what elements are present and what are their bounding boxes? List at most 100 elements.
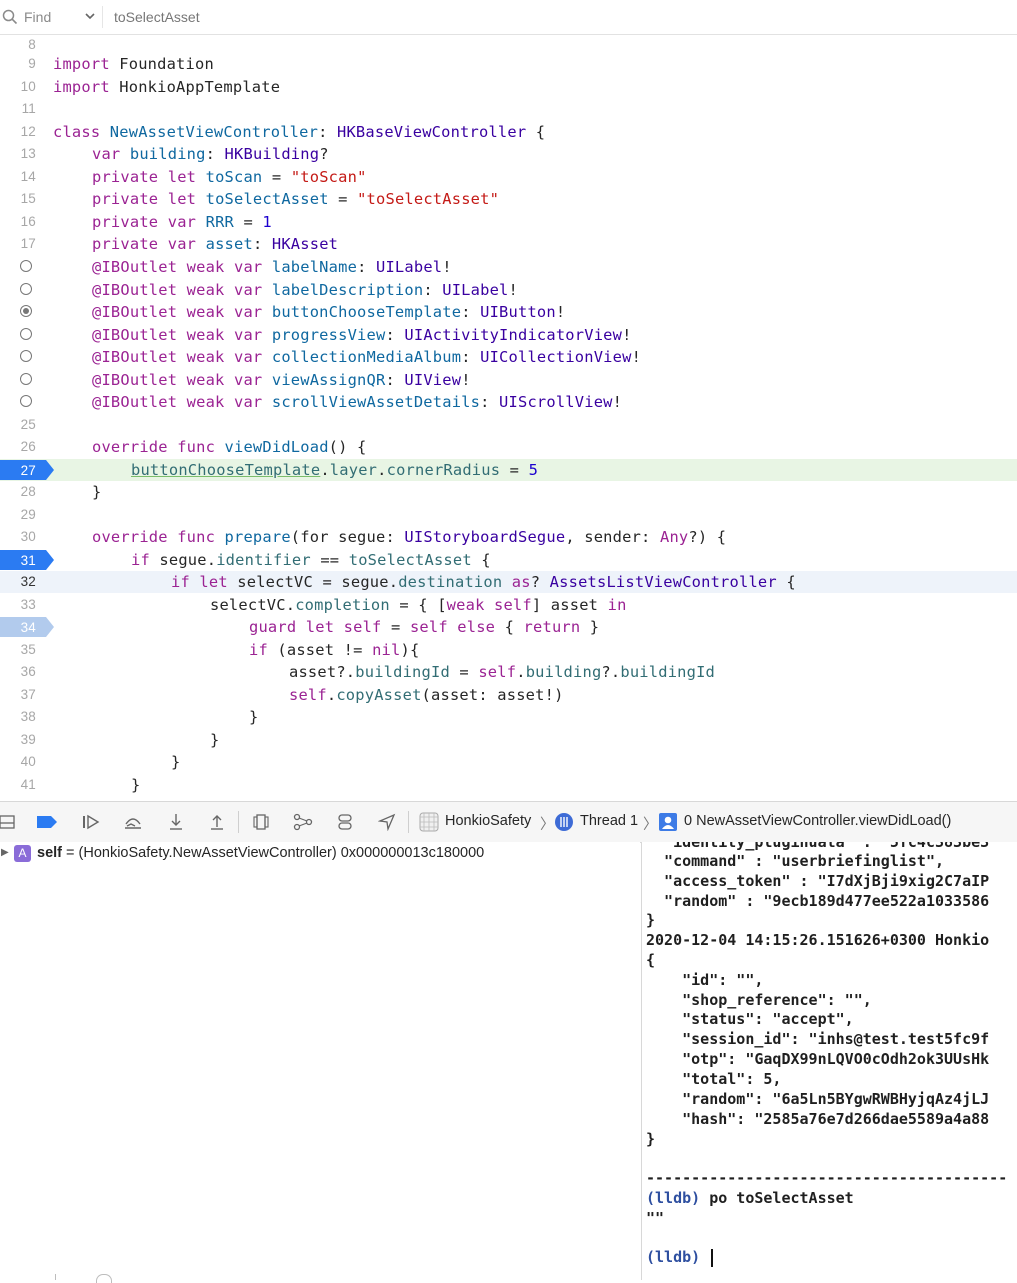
outlet-connection-icon[interactable] bbox=[20, 373, 32, 385]
outlet-connected-icon[interactable] bbox=[20, 305, 32, 317]
gutter[interactable]: 38 bbox=[0, 706, 44, 728]
code-line[interactable]: 12 class NewAssetViewController: HKBaseV… bbox=[0, 121, 1017, 143]
outlet-connection-icon[interactable] bbox=[20, 328, 32, 340]
gutter[interactable]: 16 bbox=[0, 211, 44, 233]
code-line[interactable]: @IBOutlet weak var labelName: UILabel! bbox=[0, 256, 1017, 278]
code-line[interactable]: 10 import HonkioAppTemplate bbox=[0, 76, 1017, 98]
breakpoint-arrow-icon bbox=[46, 617, 54, 637]
code-text: class NewAssetViewController: HKBaseView… bbox=[53, 123, 546, 141]
code-line[interactable]: 33 selectVC.completion = { [weak self] a… bbox=[0, 594, 1017, 616]
gutter[interactable]: 9 bbox=[0, 53, 44, 75]
code-line[interactable]: 41 } bbox=[0, 774, 1017, 796]
gutter[interactable]: 11 bbox=[0, 98, 44, 120]
variables-view: ▶ A self = (HonkioSafety.NewAssetViewCon… bbox=[0, 842, 640, 1283]
gutter[interactable]: 12 bbox=[0, 121, 44, 143]
code-text: buttonChooseTemplate.layer.cornerRadius … bbox=[131, 461, 539, 479]
gutter[interactable]: 40 bbox=[0, 751, 44, 773]
gutter[interactable]: 17 bbox=[0, 233, 44, 255]
code-line-cursor[interactable]: 32 if let selectVC = segue.destination a… bbox=[0, 571, 1017, 593]
breakpoints-toggle-icon[interactable] bbox=[36, 812, 58, 832]
code-line[interactable]: 15 private let toSelectAsset = "toSelect… bbox=[0, 188, 1017, 210]
console-line: "otp": "GaqDX99nLQVO0cOdh2ok3UUsHk bbox=[646, 1050, 990, 1068]
gutter[interactable]: 39 bbox=[0, 729, 44, 751]
gutter[interactable]: 14 bbox=[0, 166, 44, 188]
code-line[interactable]: 17 private var asset: HKAsset bbox=[0, 233, 1017, 255]
gutter[interactable]: 25 bbox=[0, 414, 44, 436]
gutter[interactable]: 41 bbox=[0, 774, 44, 796]
gutter[interactable]: 26 bbox=[0, 436, 44, 458]
code-line[interactable]: 29 bbox=[0, 504, 1017, 526]
breakpoint-marker[interactable]: 27 bbox=[0, 460, 54, 480]
find-bar[interactable]: Find toSelectAsset bbox=[0, 0, 1017, 35]
breakpoint-disabled-marker[interactable]: 34 bbox=[0, 617, 54, 637]
code-line[interactable]: @IBOutlet weak var labelDescription: UIL… bbox=[0, 279, 1017, 301]
breadcrumb-target[interactable]: HonkioSafety bbox=[445, 813, 531, 829]
find-mode-label[interactable]: Find bbox=[24, 9, 51, 25]
outlet-connection-icon[interactable] bbox=[20, 350, 32, 362]
chevron-down-icon[interactable] bbox=[84, 8, 96, 27]
gutter[interactable]: 33 bbox=[0, 594, 44, 616]
memory-graph-icon[interactable] bbox=[292, 812, 314, 832]
simulate-location-icon[interactable] bbox=[376, 812, 398, 832]
gutter[interactable]: 28 bbox=[0, 481, 44, 503]
code-text: } bbox=[131, 776, 141, 794]
code-line-current-execution[interactable]: 27 buttonChooseTemplate.layer.cornerRadi… bbox=[0, 459, 1017, 481]
code-line[interactable]: @IBOutlet weak var buttonChooseTemplate:… bbox=[0, 301, 1017, 323]
code-line[interactable]: 40 } bbox=[0, 751, 1017, 773]
console-line: "id": "", bbox=[646, 971, 764, 989]
gutter[interactable]: 30 bbox=[0, 526, 44, 548]
code-line[interactable]: 35 if (asset != nil){ bbox=[0, 639, 1017, 661]
gutter[interactable]: 15 bbox=[0, 188, 44, 210]
outlet-connection-icon[interactable] bbox=[20, 395, 32, 407]
source-editor[interactable]: 8 9 import Foundation 10 import HonkioAp… bbox=[0, 34, 1017, 800]
gutter[interactable]: 32 bbox=[0, 571, 44, 593]
code-line[interactable]: 14 private let toScan = "toScan" bbox=[0, 166, 1017, 188]
breakpoint-marker[interactable]: 31 bbox=[0, 550, 54, 570]
gutter[interactable]: 13 bbox=[0, 143, 44, 165]
code-line[interactable]: @IBOutlet weak var viewAssignQR: UIView! bbox=[0, 369, 1017, 391]
code-line[interactable]: @IBOutlet weak var collectionMediaAlbum:… bbox=[0, 346, 1017, 368]
code-line[interactable]: 9 import Foundation bbox=[0, 53, 1017, 75]
code-text: guard let self = self else { return } bbox=[249, 618, 600, 636]
code-line[interactable]: @IBOutlet weak var scrollViewAssetDetail… bbox=[0, 391, 1017, 413]
gutter[interactable]: 35 bbox=[0, 639, 44, 661]
code-line[interactable]: 38 } bbox=[0, 706, 1017, 728]
code-line[interactable]: 28 } bbox=[0, 481, 1017, 503]
console-line: "total": 5, bbox=[646, 1070, 782, 1088]
gutter[interactable]: 36 bbox=[0, 661, 44, 683]
toolbar-separator bbox=[408, 811, 409, 833]
outlet-connection-icon[interactable] bbox=[20, 283, 32, 295]
step-into-icon[interactable] bbox=[165, 812, 187, 832]
variable-row[interactable]: ▶ A self = (HonkioSafety.NewAssetViewCon… bbox=[0, 842, 640, 866]
disclosure-triangle-icon[interactable]: ▶ bbox=[1, 847, 9, 858]
code-line[interactable]: 30 override func prepare(for segue: UISt… bbox=[0, 526, 1017, 548]
code-line[interactable]: @IBOutlet weak var progressView: UIActiv… bbox=[0, 324, 1017, 346]
hide-debug-area-icon[interactable] bbox=[0, 812, 18, 832]
gutter[interactable]: 37 bbox=[0, 684, 44, 706]
code-line[interactable]: 31 if segue.identifier == toSelectAsset … bbox=[0, 549, 1017, 571]
breadcrumb-thread[interactable]: Thread 1 bbox=[580, 813, 638, 829]
console-input-line[interactable]: (lldb) bbox=[646, 1247, 714, 1267]
view-hierarchy-icon[interactable] bbox=[250, 812, 272, 832]
continue-icon[interactable] bbox=[80, 812, 102, 832]
step-over-icon[interactable] bbox=[122, 812, 144, 832]
code-line[interactable]: 16 private var RRR = 1 bbox=[0, 211, 1017, 233]
code-line[interactable]: 36 asset?.buildingId = self.building?.bu… bbox=[0, 661, 1017, 683]
code-line[interactable]: 13 var building: HKBuilding? bbox=[0, 143, 1017, 165]
gutter[interactable]: 29 bbox=[0, 504, 44, 526]
code-line[interactable]: 25 bbox=[0, 414, 1017, 436]
find-query-input[interactable]: toSelectAsset bbox=[114, 9, 200, 25]
environment-overrides-icon[interactable] bbox=[334, 812, 356, 832]
code-line[interactable]: 39 } bbox=[0, 729, 1017, 751]
outlet-connection-icon[interactable] bbox=[20, 260, 32, 272]
code-line[interactable]: 34 guard let self = self else { return } bbox=[0, 616, 1017, 638]
gutter[interactable]: 10 bbox=[0, 76, 44, 98]
debug-console[interactable]: "identity_pluginuata" : "5fc4c383be3 "co… bbox=[641, 842, 1017, 1280]
code-line[interactable]: 11 bbox=[0, 98, 1017, 120]
code-text: @IBOutlet weak var buttonChooseTemplate:… bbox=[92, 303, 566, 321]
code-line[interactable]: 26 override func viewDidLoad() { bbox=[0, 436, 1017, 458]
line-number: 27 bbox=[20, 463, 36, 478]
step-out-icon[interactable] bbox=[206, 812, 228, 832]
breadcrumb-frame[interactable]: 0 NewAssetViewController.viewDidLoad() bbox=[684, 813, 951, 829]
code-line[interactable]: 37 self.copyAsset(asset: asset!) bbox=[0, 684, 1017, 706]
